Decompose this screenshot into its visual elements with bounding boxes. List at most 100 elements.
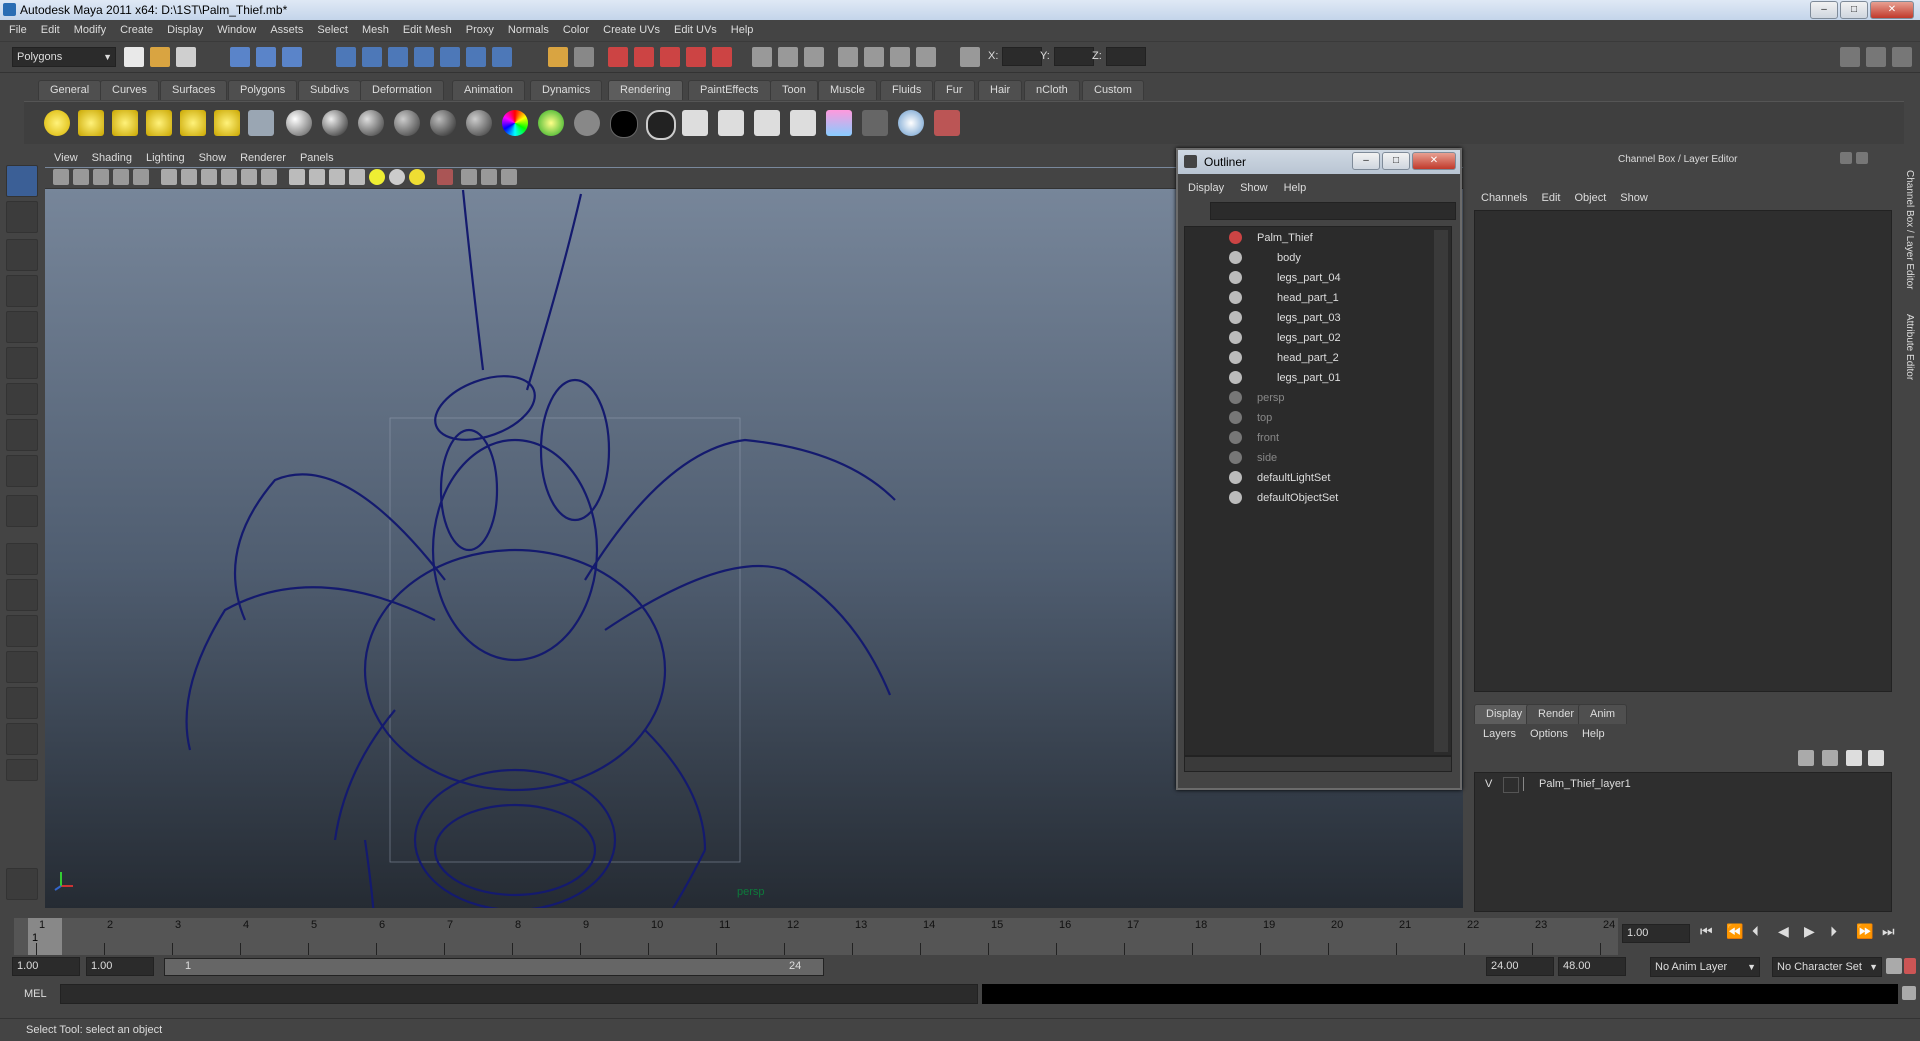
z-field[interactable] [1106,47,1146,66]
volume-light-icon[interactable] [214,110,240,136]
tab-dynamics[interactable]: Dynamics [530,80,603,100]
playback-start-field[interactable]: 1.00 [86,957,154,976]
directional-light-icon[interactable] [78,110,104,136]
hypershade-window-icon[interactable] [826,110,852,136]
cb-menu-edit[interactable]: Edit [1532,190,1565,204]
outliner-item[interactable]: defaultLightSet [1185,469,1435,487]
layer-menu-layers[interactable]: Layers [1468,726,1521,740]
cb-menu-channels[interactable]: Channels [1468,190,1532,204]
select-hierarchy-icon[interactable] [230,47,250,67]
spot-light-icon[interactable] [146,110,172,136]
render-view-window-icon[interactable] [790,110,816,136]
move-layer-up-icon[interactable] [1846,750,1862,766]
step-back-frame-icon[interactable]: ⏴ [1752,923,1759,940]
menu-assets[interactable]: Assets [261,20,308,36]
move-tool-icon[interactable] [6,275,38,307]
rotate-tool-icon[interactable] [6,311,38,343]
menu-edit[interactable]: Edit [32,20,65,36]
tab-muscle[interactable]: Muscle [818,80,877,100]
outliner-item[interactable]: legs_part_02 [1185,329,1435,347]
four-view-layout-icon[interactable] [6,579,38,611]
command-language-label[interactable]: MEL [24,988,47,1000]
tab-general[interactable]: General [38,80,102,100]
tab-curves[interactable]: Curves [100,80,159,100]
snap-grid-icon[interactable] [336,47,356,67]
current-frame-field[interactable]: 1.00 [1622,924,1690,943]
blinn-material-icon[interactable] [322,110,348,136]
tab-custom[interactable]: Custom [1082,80,1144,100]
tab-hair[interactable]: Hair [978,80,1023,100]
shading-map-icon[interactable] [538,110,564,136]
tab-surfaces[interactable]: Surfaces [160,80,228,100]
close-button[interactable]: ✕ [1870,1,1914,19]
field-chart-icon[interactable] [221,169,237,185]
tab-subdivs[interactable]: Subdivs [298,80,362,100]
image-plane-icon[interactable] [113,169,129,185]
tab-ncloth[interactable]: nCloth [1024,80,1080,100]
outliner-item[interactable]: side [1185,449,1435,467]
wireframe-on-shaded-icon[interactable] [329,169,345,185]
render-view-icon[interactable] [712,47,732,67]
menu-file[interactable]: File [0,20,32,36]
outliner-item[interactable]: defaultObjectSet [1185,489,1435,507]
absolute-transform-icon[interactable] [804,47,824,67]
rename-icon[interactable] [778,47,798,67]
layer-color-swatch[interactable] [1523,777,1536,791]
select-object-icon[interactable] [256,47,276,67]
move-layer-down-icon[interactable] [1868,750,1884,766]
channel-box-area[interactable] [1474,210,1892,692]
render-layer-icon[interactable] [862,110,888,136]
surface-shader-icon[interactable] [574,110,600,136]
xray-joints-icon[interactable] [481,169,497,185]
menu-modify[interactable]: Modify [65,20,111,36]
lock-icon[interactable] [548,47,568,67]
step-back-key-icon[interactable]: ⏪ [1726,923,1743,940]
cb-menu-show[interactable]: Show [1611,190,1653,204]
toggle-attribute-editor-icon[interactable] [1840,47,1860,67]
hypershade-layout-icon[interactable] [6,687,38,719]
step-forward-key-icon[interactable]: ⏩ [1856,923,1873,940]
make-live-icon[interactable] [440,47,460,67]
character-set-dropdown[interactable]: No Character Set ▼ [1772,957,1882,977]
menu-proxy[interactable]: Proxy [457,20,499,36]
use-background-icon[interactable] [610,110,638,138]
outliner-item[interactable]: front [1185,429,1435,447]
layer-menu-options[interactable]: Options [1521,726,1573,740]
input-line-icon[interactable] [752,47,772,67]
wireframe-shading-icon[interactable] [289,169,305,185]
tab-fluids[interactable]: Fluids [880,80,934,100]
anisotropic-material-icon[interactable] [430,110,456,136]
layered-shader-icon[interactable] [466,110,492,136]
phonge-material-icon[interactable] [394,110,420,136]
menu-color[interactable]: Color [554,20,594,36]
menu-help[interactable]: Help [722,20,759,36]
play-forwards-icon[interactable]: ▶ [1804,923,1815,940]
layer-template-toggle[interactable] [1503,777,1519,793]
smooth-shading-icon[interactable] [309,169,325,185]
vp-menu-panels[interactable]: Panels [291,150,339,164]
render-current-frame-icon[interactable] [682,110,708,136]
ipr-render-icon[interactable] [634,47,654,67]
help-question-icon[interactable] [492,47,512,67]
tab-toon[interactable]: Toon [770,80,818,100]
attribute-icon[interactable] [864,47,884,67]
persp-uv-layout-icon[interactable] [6,723,38,755]
cb-menu-object[interactable]: Object [1565,190,1611,204]
vp-menu-view[interactable]: View [45,150,83,164]
toggle-channel-box-icon[interactable] [1892,47,1912,67]
camera-icon[interactable] [248,110,274,136]
mental-ray-icon[interactable] [898,110,924,136]
step-forward-frame-icon[interactable]: ⏵ [1830,923,1837,940]
new-scene-icon[interactable] [124,47,144,67]
open-scene-icon[interactable] [150,47,170,67]
side-tab-attribute-editor[interactable]: Attribute Editor [1904,314,1915,380]
panel-close-icon[interactable] [1856,152,1868,164]
outliner-item[interactable]: legs_part_01 [1185,369,1435,387]
tab-rendering[interactable]: Rendering [608,80,683,100]
y-field[interactable] [1054,47,1094,66]
range-slider-bar[interactable]: 1 24 [164,958,824,976]
end-time-field[interactable]: 48.00 [1558,957,1626,976]
side-tab-channel-box[interactable]: Channel Box / Layer Editor [1904,170,1915,290]
phong-material-icon[interactable] [358,110,384,136]
outliner-horizontal-scrollbar[interactable] [1184,756,1452,772]
